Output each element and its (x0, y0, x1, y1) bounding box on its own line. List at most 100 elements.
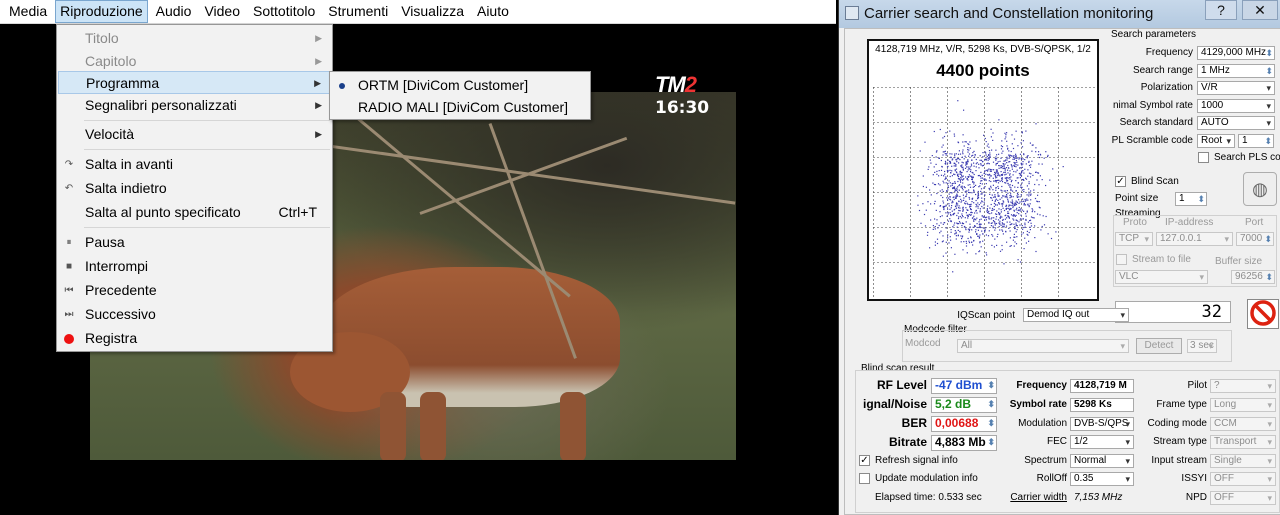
carrier-width-value: 7,153 MHz (1074, 492, 1123, 503)
rf-value: -47 dBm (931, 378, 997, 394)
branch (419, 136, 628, 215)
rolloff-select[interactable]: 0.35 (1070, 472, 1134, 486)
frame-type-select[interactable]: Long (1210, 398, 1276, 412)
constellation-canvas (873, 87, 1095, 297)
pls-value-input[interactable]: 1 (1238, 134, 1274, 148)
sn-label: ignal/Noise (862, 397, 927, 411)
ber-value: 0,00688 (931, 416, 997, 432)
buffer-size-input[interactable]: 96256 (1231, 270, 1275, 284)
dialog-title: Carrier search and Constellation monitor… (864, 5, 1154, 22)
iqscan-select[interactable]: Demod IQ out (1023, 308, 1129, 322)
detect-time-select[interactable]: 3 sec (1187, 339, 1217, 353)
program-item-radio-mali[interactable]: RADIO MALI [DiviCom Customer] (331, 96, 589, 119)
constellation-points (917, 100, 1064, 273)
point-size-input[interactable]: 1 (1175, 192, 1207, 206)
menu-item-registra[interactable]: Registra (58, 327, 331, 350)
record-icon (64, 334, 74, 344)
min-symrate-select[interactable]: 1000 (1197, 99, 1275, 113)
result-sym-label: Symbol rate (1009, 399, 1067, 410)
menu-item-capitolo[interactable]: Capitolo ▶ (58, 50, 331, 73)
menu-item-interrompi[interactable]: ■ Interrompi (58, 255, 331, 278)
menu-video[interactable]: Video (199, 0, 245, 23)
point-size-label: Point size (1115, 193, 1159, 204)
deer-leg (380, 392, 406, 460)
carrier-width-label[interactable]: Carrier width (995, 492, 1067, 503)
player-select[interactable]: VLC (1115, 270, 1208, 284)
program-item-ortm[interactable]: ORTM [DiviCom Customer] (331, 74, 589, 97)
pause-icon: ⏸ (66, 237, 72, 248)
spectrum-select[interactable]: Normal (1070, 454, 1134, 468)
ip-select[interactable]: 127.0.0.1 (1156, 232, 1233, 246)
detect-button[interactable]: Detect (1136, 338, 1182, 354)
search-params-header: Search parameters (1111, 29, 1197, 40)
elapsed-time: Elapsed time: 0.533 sec (875, 492, 982, 503)
search-standard-select[interactable]: AUTO (1197, 116, 1275, 130)
result-freq-label: Frequency (1016, 380, 1067, 391)
range-label: Search range (1132, 65, 1193, 76)
signal-counter: 32 (1115, 301, 1231, 323)
submenu-arrow-icon: ▶ (315, 129, 322, 139)
proto-label: Proto (1123, 217, 1147, 228)
pilot-label: Pilot (1187, 380, 1207, 391)
menu-item-titolo[interactable]: Titolo ▶ (58, 27, 331, 50)
menu-item-pausa[interactable]: ⏸ Pausa (58, 231, 331, 254)
update-modulation-label: Update modulation info (875, 473, 978, 484)
polarization-label: Polarization (1140, 82, 1193, 93)
refresh-signal-checkbox[interactable]: ✓ (859, 455, 870, 466)
stop-icon: ■ (65, 261, 73, 272)
constellation-plot: 4128,719 MHz, V/R, 5298 Ks, DVB-S/QPSK, … (867, 39, 1099, 301)
menu-item-programma[interactable]: Programma ▶ (58, 71, 331, 94)
menu-item-precedente[interactable]: ⏮ Precedente (58, 279, 331, 302)
npd-label: NPD (1185, 492, 1207, 503)
menu-item-salta-indietro[interactable]: ↶ Salta indietro (58, 177, 331, 200)
menu-aiuto[interactable]: Aiuto (472, 0, 514, 23)
npd-select[interactable]: OFF (1210, 491, 1276, 505)
proto-select[interactable]: TCP (1115, 232, 1153, 246)
menu-strumenti[interactable]: Strumenti (323, 0, 393, 23)
stream-type-select[interactable]: Transport (1210, 435, 1276, 449)
pilot-select[interactable]: ? (1210, 379, 1276, 393)
menu-item-salta-avanti[interactable]: ↷ Salta in avanti (58, 153, 331, 176)
search-pls-checkbox[interactable] (1198, 152, 1209, 163)
menu-item-velocita[interactable]: Velocità ▶ (58, 123, 331, 146)
sn-value: 5,2 dB (931, 397, 997, 413)
menu-item-salta-punto[interactable]: Salta al punto specificato Ctrl+T (58, 201, 331, 224)
stop-scan-button[interactable] (1247, 299, 1279, 329)
iqscan-label: IQScan point (957, 310, 1015, 321)
update-modulation-checkbox[interactable] (859, 473, 870, 484)
menu-riproduzione[interactable]: Riproduzione (55, 0, 148, 23)
frequency-input[interactable]: 4129,000 MHz (1197, 46, 1275, 60)
pls-mode-select[interactable]: Root (1197, 134, 1235, 148)
modcode-select[interactable]: All (957, 339, 1129, 353)
fec-select[interactable]: 1/2 (1070, 435, 1134, 449)
jump-backward-icon: ↶ (64, 183, 74, 194)
modulation-label: Modulation (1018, 418, 1067, 429)
pls-label: PL Scramble code (1111, 135, 1193, 146)
menu-visualizza[interactable]: Visualizza (396, 0, 469, 23)
satellite-dish-button[interactable]: ◍ (1243, 172, 1277, 206)
stream-to-file-checkbox[interactable] (1116, 254, 1127, 265)
programma-submenu: ORTM [DiviCom Customer] RADIO MALI [Divi… (329, 71, 591, 120)
bitrate-value: 4,883 Mb (931, 435, 997, 451)
issyi-select[interactable]: OFF (1210, 472, 1276, 486)
stream-to-file-label: Stream to file (1132, 254, 1191, 265)
dialog-body: 4128,719 MHz, V/R, 5298 Ks, DVB-S/QPSK, … (844, 28, 1280, 515)
menu-sottotitolo[interactable]: Sottotitolo (248, 0, 320, 23)
buffer-size-label: Buffer size (1215, 256, 1263, 267)
port-input[interactable]: 7000 (1236, 232, 1274, 246)
plot-points: 4400 points (936, 61, 1030, 80)
close-button[interactable]: ✕ (1242, 0, 1278, 20)
modulation-select[interactable]: DVB-S/QPS (1070, 417, 1134, 431)
polarization-select[interactable]: V/R (1197, 81, 1275, 95)
submenu-arrow-icon: ▶ (315, 56, 322, 66)
blind-scan-checkbox[interactable]: ✓ (1115, 176, 1126, 187)
menu-item-segnalibri[interactable]: Segnalibri personalizzati ▶ (58, 94, 331, 117)
menu-audio[interactable]: Audio (151, 0, 197, 23)
menu-media[interactable]: Media (4, 0, 52, 23)
range-input[interactable]: 1 MHz (1197, 64, 1275, 78)
help-button[interactable]: ? (1205, 0, 1237, 20)
coding-mode-select[interactable]: CCM (1210, 417, 1276, 431)
menu-item-successivo[interactable]: ⏭ Successivo (58, 303, 331, 326)
search-pls-label: Search PLS co (1214, 152, 1280, 163)
input-stream-select[interactable]: Single (1210, 454, 1276, 468)
